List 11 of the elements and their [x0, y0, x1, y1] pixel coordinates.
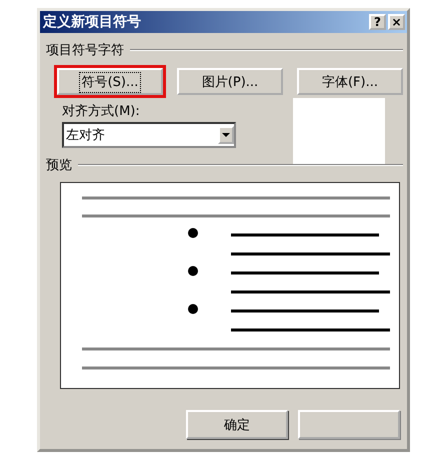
- ok-button[interactable]: 确定: [186, 410, 288, 439]
- close-button[interactable]: ×: [388, 14, 405, 30]
- group-label: 预览: [46, 157, 72, 174]
- dialog-button[interactable]: 字体(F)...: [297, 68, 403, 95]
- dialog-button[interactable]: 符号(S)...: [57, 68, 163, 95]
- group-label: 项目符号字符: [46, 42, 124, 59]
- window-title: 定义新项目符号: [43, 13, 141, 31]
- alignment-dropdown[interactable]: 左对齐: [62, 122, 236, 148]
- dialog-button[interactable]: 图片(P)...: [177, 68, 283, 95]
- help-button[interactable]: ?: [369, 14, 386, 30]
- field-label: 对齐方式(M):: [62, 103, 141, 120]
